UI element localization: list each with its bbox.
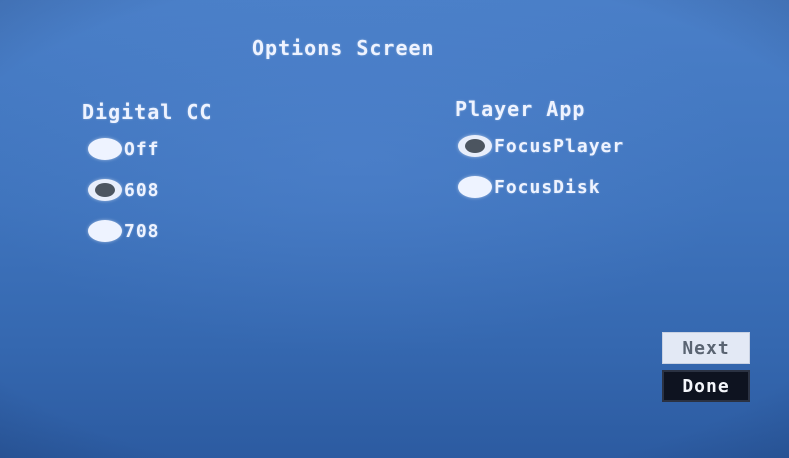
- radio-off-label: Off: [124, 138, 160, 160]
- player-app-label: Player App: [455, 97, 586, 121]
- done-button[interactable]: Done: [662, 370, 750, 402]
- radio-option-focusdisk[interactable]: FocusDisk: [458, 172, 601, 202]
- radio-focusplayer-label: FocusPlayer: [494, 135, 625, 157]
- digital-cc-label: Digital CC: [82, 100, 213, 124]
- radio-option-708[interactable]: 708: [88, 216, 160, 246]
- radio-option-off[interactable]: Off: [88, 134, 160, 164]
- radio-focusdisk-icon[interactable]: [458, 176, 492, 198]
- radio-option-focusplayer[interactable]: FocusPlayer: [458, 131, 624, 161]
- radio-focusplayer-icon[interactable]: [458, 135, 492, 157]
- radio-608-icon[interactable]: [88, 179, 122, 201]
- radio-608-label: 608: [124, 179, 160, 201]
- options-screen: Options Screen Digital CC Off 608 708 Pl…: [0, 0, 789, 458]
- next-button[interactable]: Next: [662, 332, 750, 364]
- screen-title: Options Screen: [252, 36, 435, 60]
- radio-focusdisk-label: FocusDisk: [494, 176, 601, 198]
- radio-708-label: 708: [124, 220, 160, 242]
- radio-option-608[interactable]: 608: [88, 175, 160, 205]
- radio-708-icon[interactable]: [88, 220, 122, 242]
- radio-off-icon[interactable]: [88, 138, 122, 160]
